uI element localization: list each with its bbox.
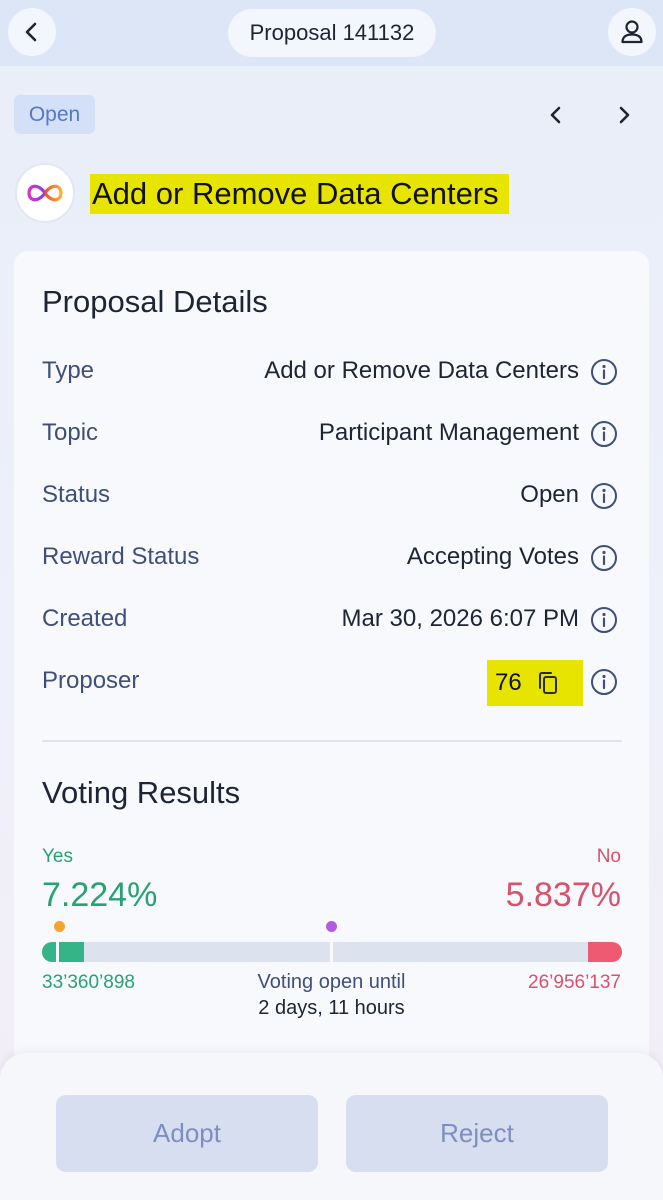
back-button[interactable] <box>8 8 56 56</box>
no-percentage: 5.837% <box>505 876 621 914</box>
voting-heading: Voting Results <box>42 775 241 810</box>
reject-button[interactable]: Reject <box>346 1095 608 1172</box>
type-value: Add or Remove Data Centers <box>264 357 579 384</box>
created-label: Created <box>42 605 128 632</box>
voting-open-label: Voting open until <box>257 971 406 993</box>
info-icon[interactable] <box>589 605 619 635</box>
majority-threshold-marker <box>326 921 337 932</box>
user-icon <box>621 20 643 44</box>
time-remaining: 2 days, 11 hours <box>258 997 405 1019</box>
reward-status-value: Accepting Votes <box>406 543 579 570</box>
infinity-logo-icon <box>15 163 75 223</box>
status-badge: Open <box>14 95 95 134</box>
proposer-value: 76 <box>487 660 583 706</box>
minimum-threshold-marker <box>54 921 65 932</box>
chevron-left-icon <box>550 106 561 124</box>
copy-icon[interactable] <box>536 670 560 696</box>
status-label: Status <box>42 481 111 508</box>
chevron-right-icon <box>619 106 630 124</box>
yes-label: Yes <box>42 846 73 867</box>
no-vote-count: 26’956’137 <box>528 972 621 993</box>
yes-bar-fill <box>42 942 84 962</box>
details-heading: Proposal Details <box>42 284 268 319</box>
info-icon[interactable] <box>589 481 619 511</box>
info-icon[interactable] <box>589 543 619 573</box>
info-icon[interactable] <box>589 667 619 697</box>
status-value: Open <box>520 481 579 508</box>
no-bar-fill <box>588 942 622 962</box>
proposer-id: 76 <box>495 669 522 696</box>
info-icon[interactable] <box>589 357 619 387</box>
section-divider <box>42 740 622 742</box>
proposal-title: Add or Remove Data Centers <box>90 174 509 214</box>
created-value: Mar 30, 2026 6:07 PM <box>341 605 579 632</box>
next-proposal-button[interactable] <box>604 97 644 133</box>
topic-label: Topic <box>42 419 99 446</box>
chevron-left-icon <box>25 22 37 42</box>
type-label: Type <box>42 357 95 384</box>
yes-vote-count: 33’360’898 <box>42 972 135 993</box>
info-icon[interactable] <box>589 419 619 449</box>
proposer-label: Proposer <box>42 667 140 694</box>
yes-percentage: 7.224% <box>42 876 158 914</box>
page-title: Proposal 141132 <box>228 9 436 57</box>
threshold-tick <box>56 942 59 962</box>
reward-status-label: Reward Status <box>42 543 200 570</box>
account-button[interactable] <box>608 8 656 56</box>
midpoint-divider <box>330 936 333 968</box>
no-label: No <box>596 846 621 867</box>
topic-value: Participant Management <box>318 419 579 446</box>
adopt-button[interactable]: Adopt <box>56 1095 318 1172</box>
previous-proposal-button[interactable] <box>536 97 576 133</box>
